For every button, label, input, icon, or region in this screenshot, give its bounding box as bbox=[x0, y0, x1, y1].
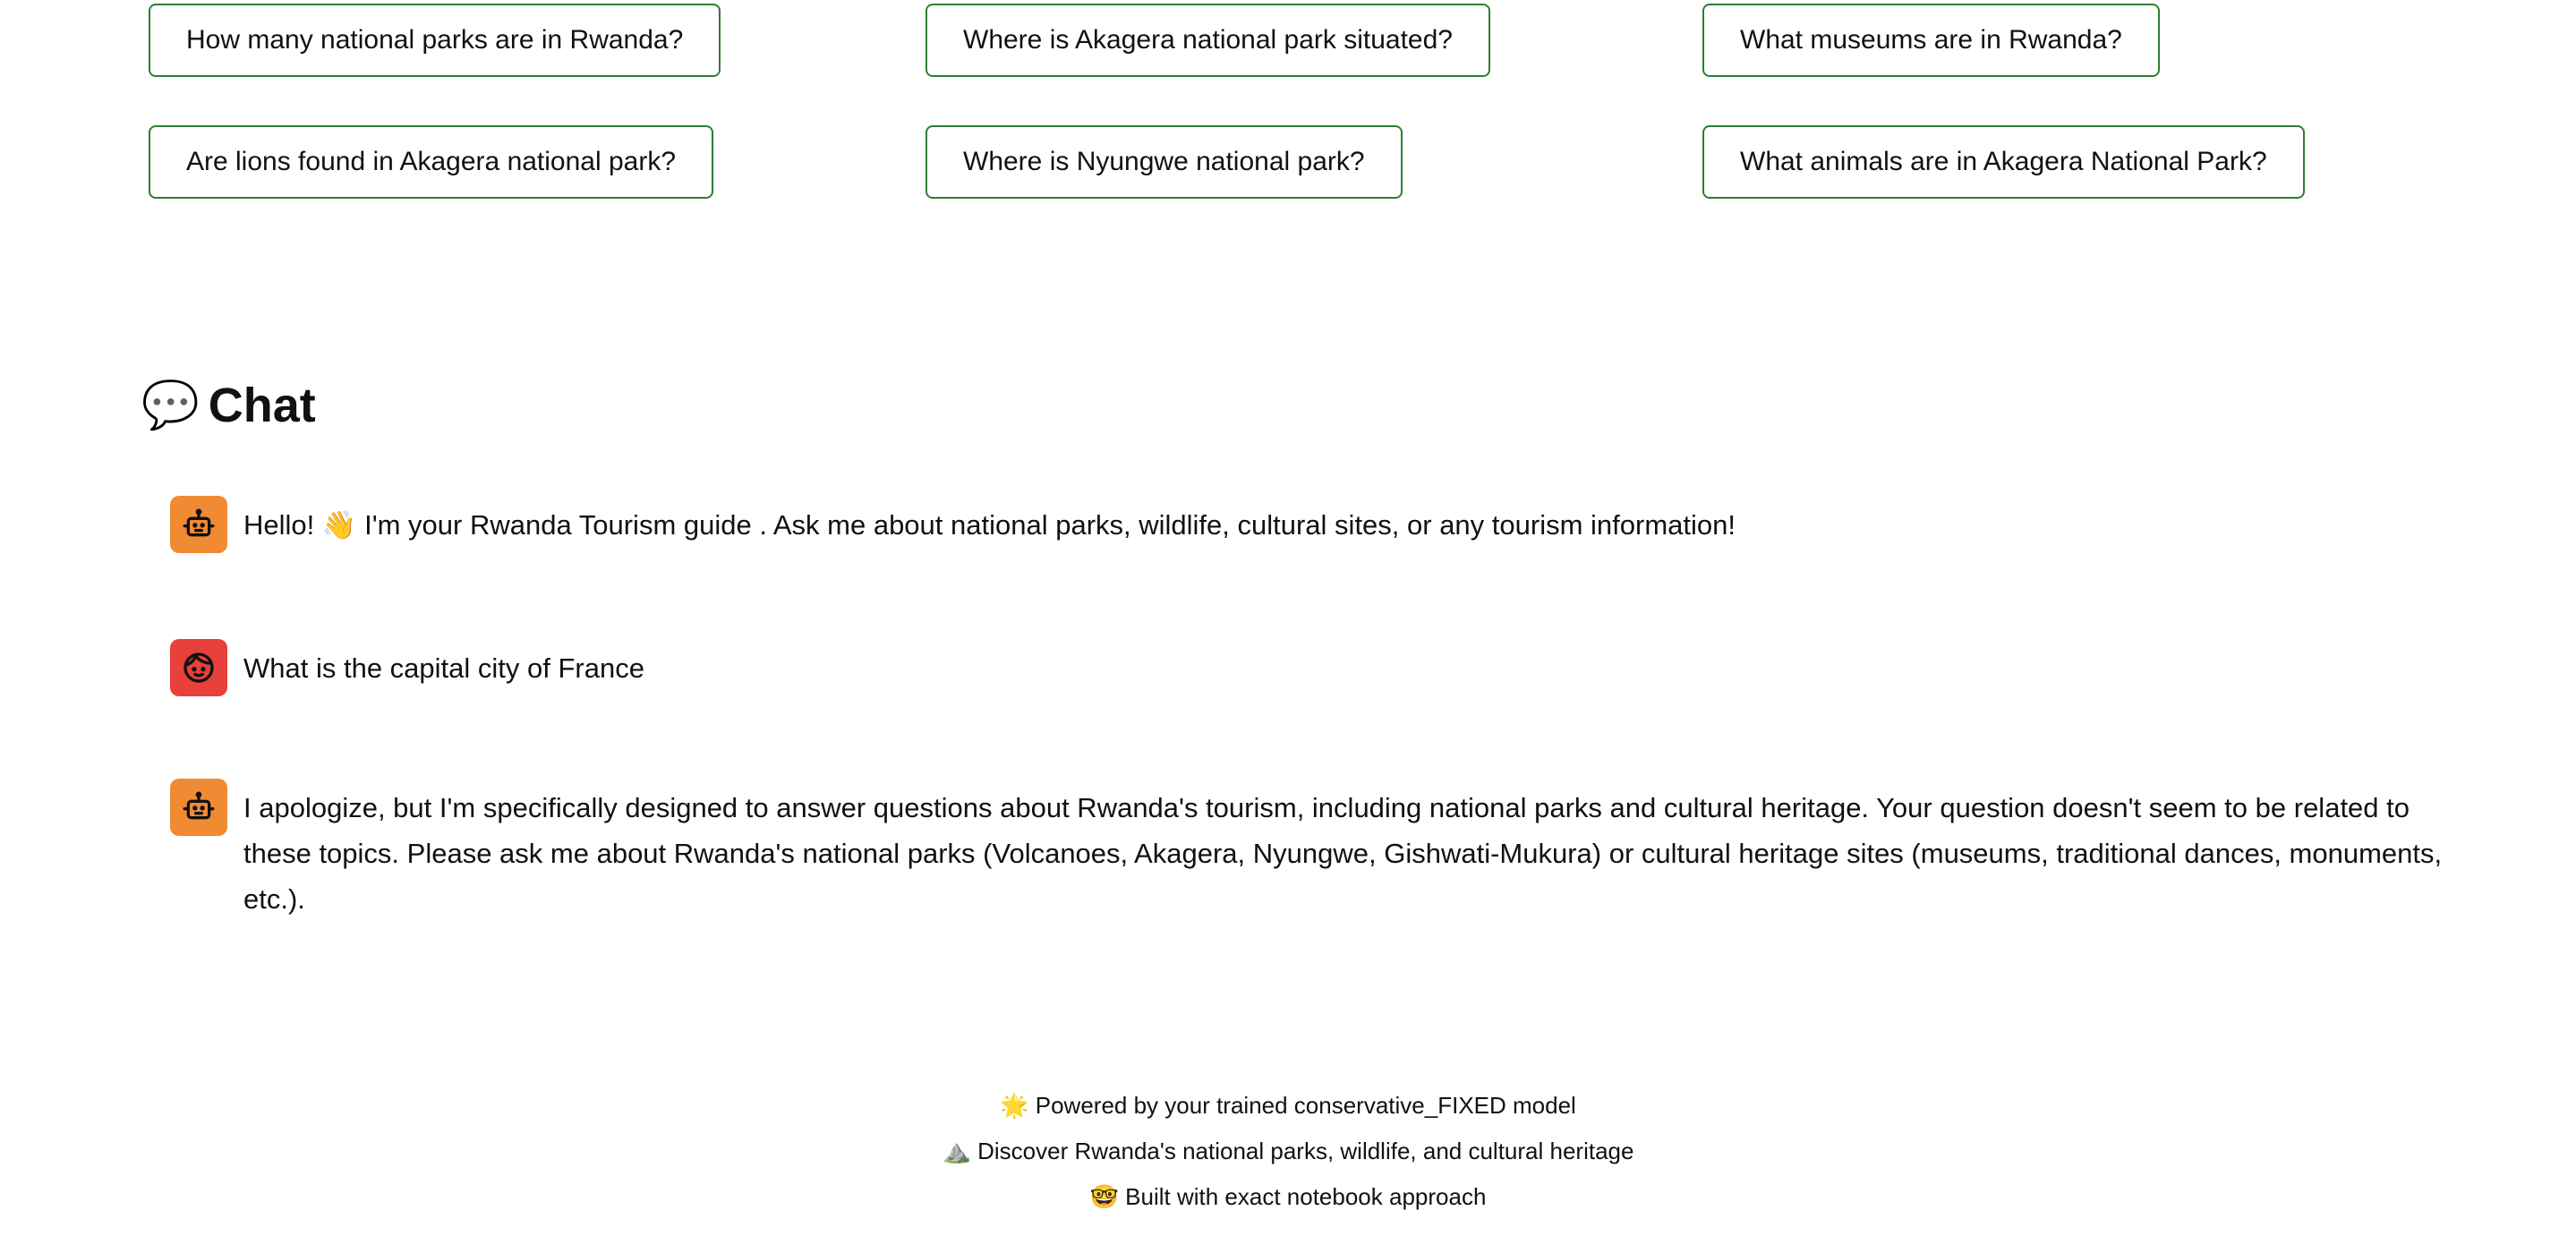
footer-built-with: 🤓 Built with exact notebook approach bbox=[1089, 1183, 1487, 1210]
message-text: What is the capital city of France bbox=[243, 652, 644, 684]
message-text: Hello! 👋 I'm your Rwanda Tourism guide .… bbox=[243, 509, 1736, 541]
robot-icon bbox=[170, 779, 227, 836]
suggestion-button[interactable]: Are lions found in Akagera national park… bbox=[149, 125, 714, 199]
chat-heading: 💬 Chat bbox=[141, 374, 316, 437]
suggestion-button[interactable]: Where is Nyungwe national park? bbox=[925, 125, 1403, 199]
suggested-questions: How many national parks are in Rwanda? W… bbox=[149, 4, 2476, 202]
footer-discover: ⛰️ Discover Rwanda's national parks, wil… bbox=[942, 1138, 1634, 1164]
speech-bubble-icon: 💬 bbox=[141, 379, 200, 431]
footer: 🌟 Powered by your trained conservative_F… bbox=[0, 1083, 2576, 1220]
chat-message-user: What is the capital city of France bbox=[170, 639, 2444, 696]
chat-message-assistant: Hello! 👋 I'm your Rwanda Tourism guide .… bbox=[170, 496, 2444, 553]
page: How many national parks are in Rwanda? W… bbox=[0, 0, 2576, 1253]
chat-message-assistant: I apologize, but I'm specifically design… bbox=[170, 779, 2444, 922]
suggestion-button[interactable]: Where is Akagera national park situated? bbox=[925, 4, 1490, 77]
suggestion-button[interactable]: What animals are in Akagera National Par… bbox=[1702, 125, 2305, 199]
suggestion-button[interactable]: What museums are in Rwanda? bbox=[1702, 4, 2160, 77]
suggestion-button[interactable]: How many national parks are in Rwanda? bbox=[149, 4, 721, 77]
message-text: I apologize, but I'm specifically design… bbox=[243, 792, 2443, 915]
footer-powered-by: 🌟 Powered by your trained conservative_F… bbox=[1000, 1092, 1576, 1119]
face-icon bbox=[170, 639, 227, 696]
robot-icon bbox=[170, 496, 227, 553]
chat-title: Chat bbox=[208, 379, 316, 432]
